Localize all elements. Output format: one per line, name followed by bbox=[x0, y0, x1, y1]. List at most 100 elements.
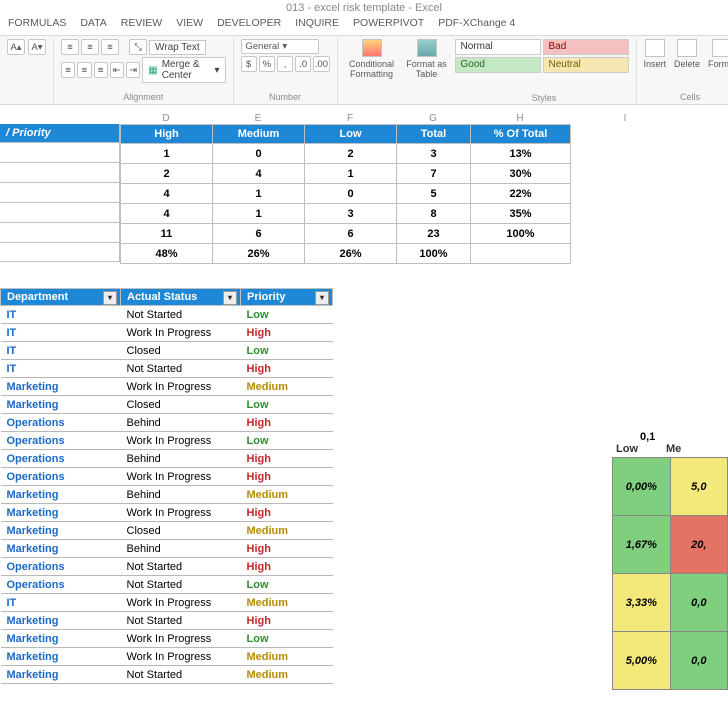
col-priority[interactable]: Priority bbox=[241, 289, 333, 306]
heat-cell[interactable]: 0,0 bbox=[670, 632, 727, 690]
table-row[interactable]: MarketingWork In ProgressLow bbox=[1, 630, 333, 648]
merge-center[interactable]: ▦Merge & Center ▾ bbox=[142, 57, 225, 83]
summary-cell[interactable]: 0 bbox=[305, 184, 397, 204]
worksheet[interactable]: D E F G H I / Priority High Medium Low T… bbox=[0, 103, 728, 684]
summary-cell[interactable]: 4 bbox=[121, 184, 213, 204]
align-top[interactable]: ≡ bbox=[61, 39, 79, 55]
align-center[interactable]: ≡ bbox=[77, 62, 91, 78]
table-row[interactable]: OperationsNot StartedHigh bbox=[1, 558, 333, 576]
indent-dec[interactable]: ⇤ bbox=[110, 62, 124, 78]
table-row[interactable]: MarketingWork In ProgressMedium bbox=[1, 648, 333, 666]
table-row[interactable]: OperationsBehindHigh bbox=[1, 414, 333, 432]
align-left[interactable]: ≡ bbox=[61, 62, 75, 78]
style-bad[interactable]: Bad bbox=[543, 39, 629, 55]
table-row[interactable]: ITNot StartedLow bbox=[1, 306, 333, 324]
heat-cell[interactable]: 0,00% bbox=[613, 458, 671, 516]
summary-cell[interactable]: 23 bbox=[397, 224, 471, 244]
summary-table[interactable]: High Medium Low Total % Of Total 102313%… bbox=[120, 124, 571, 264]
summary-cell[interactable]: 11 bbox=[121, 224, 213, 244]
table-row[interactable]: MarketingClosedMedium bbox=[1, 522, 333, 540]
summary-cell[interactable]: 1 bbox=[305, 164, 397, 184]
format-as-table[interactable]: Format as Table bbox=[405, 39, 449, 79]
heat-cell[interactable]: 5,00% bbox=[613, 632, 671, 690]
table-row[interactable]: MarketingNot StartedHigh bbox=[1, 612, 333, 630]
col-status[interactable]: Actual Status bbox=[121, 289, 241, 306]
summary-cell[interactable]: 7 bbox=[397, 164, 471, 184]
table-row[interactable]: MarketingBehindHigh bbox=[1, 540, 333, 558]
summary-cell[interactable]: 3 bbox=[305, 204, 397, 224]
summary-cell[interactable]: 8 bbox=[397, 204, 471, 224]
summary-cell[interactable]: 30% bbox=[471, 164, 571, 184]
summary-cell[interactable]: 22% bbox=[471, 184, 571, 204]
align-mid[interactable]: ≡ bbox=[81, 39, 99, 55]
summary-cell[interactable]: 35% bbox=[471, 204, 571, 224]
summary-cell[interactable]: 26% bbox=[305, 244, 397, 264]
tab-inquire[interactable]: INQUIRE bbox=[295, 17, 339, 29]
table-row[interactable]: MarketingClosedLow bbox=[1, 396, 333, 414]
summary-cell[interactable]: 6 bbox=[305, 224, 397, 244]
currency-icon[interactable]: $ bbox=[241, 56, 257, 72]
table-row[interactable]: ITWork In ProgressHigh bbox=[1, 324, 333, 342]
summary-cell[interactable] bbox=[471, 244, 571, 264]
heat-cell[interactable]: 3,33% bbox=[613, 574, 671, 632]
table-row[interactable]: ITNot StartedHigh bbox=[1, 360, 333, 378]
table-row[interactable]: MarketingNot StartedMedium bbox=[1, 666, 333, 684]
table-row[interactable]: MarketingWork In ProgressMedium bbox=[1, 378, 333, 396]
orient-icon[interactable]: ⤡ bbox=[129, 39, 147, 55]
summary-cell[interactable]: 100% bbox=[471, 224, 571, 244]
heat-cell[interactable]: 1,67% bbox=[613, 516, 671, 574]
conditional-formatting[interactable]: Conditional Formatting bbox=[345, 39, 399, 79]
tab-formulas[interactable]: FORMULAS bbox=[8, 17, 66, 29]
table-row[interactable]: MarketingWork In ProgressHigh bbox=[1, 504, 333, 522]
summary-cell[interactable]: 6 bbox=[213, 224, 305, 244]
tab-view[interactable]: VIEW bbox=[176, 17, 203, 29]
style-good[interactable]: Good bbox=[455, 57, 541, 73]
align-right[interactable]: ≡ bbox=[94, 62, 108, 78]
table-row[interactable]: OperationsWork In ProgressLow bbox=[1, 432, 333, 450]
wrap-text[interactable]: Wrap Text bbox=[149, 40, 206, 55]
detail-table[interactable]: Department Actual Status Priority ITNot … bbox=[0, 288, 333, 684]
summary-cell[interactable]: 4 bbox=[213, 164, 305, 184]
table-row[interactable]: OperationsNot StartedLow bbox=[1, 576, 333, 594]
indent-inc[interactable]: ⇥ bbox=[126, 62, 140, 78]
delete-cells[interactable]: Delete bbox=[674, 39, 700, 69]
align-bot[interactable]: ≡ bbox=[101, 39, 119, 55]
tab-data[interactable]: DATA bbox=[80, 17, 106, 29]
heat-cell[interactable]: 20, bbox=[670, 516, 727, 574]
tab-powerpivot[interactable]: POWERPIVOT bbox=[353, 17, 424, 29]
col-department[interactable]: Department bbox=[1, 289, 121, 306]
summary-cell[interactable]: 100% bbox=[397, 244, 471, 264]
dec-inc-icon[interactable]: .0 bbox=[295, 56, 311, 72]
style-normal[interactable]: Normal bbox=[455, 39, 541, 55]
table-row[interactable]: OperationsBehindHigh bbox=[1, 450, 333, 468]
summary-cell[interactable]: 3 bbox=[397, 144, 471, 164]
percent-icon[interactable]: % bbox=[259, 56, 275, 72]
number-format[interactable]: General ▾ bbox=[241, 39, 319, 54]
comma-icon[interactable]: , bbox=[277, 56, 293, 72]
summary-cell[interactable]: 5 bbox=[397, 184, 471, 204]
summary-cell[interactable]: 13% bbox=[471, 144, 571, 164]
summary-cell[interactable]: 1 bbox=[121, 144, 213, 164]
summary-cell[interactable]: 0 bbox=[213, 144, 305, 164]
summary-cell[interactable]: 2 bbox=[305, 144, 397, 164]
format-cells[interactable]: Format bbox=[708, 39, 728, 69]
insert-cells[interactable]: Insert bbox=[644, 39, 667, 69]
summary-cell[interactable]: 1 bbox=[213, 184, 305, 204]
font-size-increase[interactable]: A▴ bbox=[7, 39, 25, 55]
table-row[interactable]: ITWork In ProgressMedium bbox=[1, 594, 333, 612]
summary-cell[interactable]: 48% bbox=[121, 244, 213, 264]
font-size-decrease[interactable]: A▾ bbox=[28, 39, 46, 55]
summary-cell[interactable]: 2 bbox=[121, 164, 213, 184]
summary-cell[interactable]: 4 bbox=[121, 204, 213, 224]
summary-cell[interactable]: 1 bbox=[213, 204, 305, 224]
tab-developer[interactable]: DEVELOPER bbox=[217, 17, 281, 29]
summary-cell[interactable]: 26% bbox=[213, 244, 305, 264]
tab-pdfxchange[interactable]: PDF-XChange 4 bbox=[438, 17, 515, 29]
heat-cell[interactable]: 0,0 bbox=[670, 574, 727, 632]
heat-cell[interactable]: 5,0 bbox=[670, 458, 727, 516]
table-row[interactable]: MarketingBehindMedium bbox=[1, 486, 333, 504]
dec-dec-icon[interactable]: .00 bbox=[313, 56, 329, 72]
tab-review[interactable]: REVIEW bbox=[121, 17, 162, 29]
style-neutral[interactable]: Neutral bbox=[543, 57, 629, 73]
table-row[interactable]: ITClosedLow bbox=[1, 342, 333, 360]
